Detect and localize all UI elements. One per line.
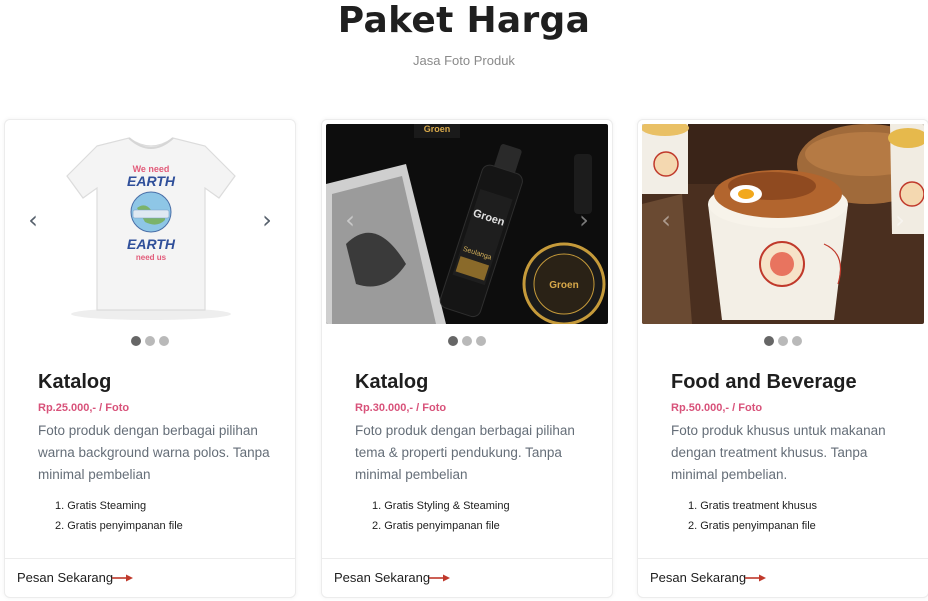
- order-now-link[interactable]: Pesan Sekarang: [17, 570, 134, 585]
- carousel-dot-2[interactable]: [778, 336, 788, 346]
- feature-list: 1. Gratis Styling & Steaming 2. Gratis p…: [372, 498, 607, 538]
- pricing-card-food-beverage: ‹ › Food and Beverage Rp.50.000,- / Foto…: [637, 119, 928, 598]
- carousel-dot-3[interactable]: [476, 336, 486, 346]
- feature-item: 1. Gratis treatment khusus: [688, 500, 817, 512]
- card-price: Rp.25.000,- / Foto: [38, 402, 130, 414]
- carousel-dot-1[interactable]: [764, 336, 774, 346]
- carousel-next-button[interactable]: ›: [888, 204, 912, 236]
- carousel-prev-button[interactable]: ‹: [21, 204, 45, 236]
- carousel-indicators: [638, 333, 928, 346]
- carousel-indicators: [5, 333, 295, 346]
- product-image-carousel: We need EARTH EARTH need us ‹ ›: [9, 124, 291, 324]
- order-now-label: Pesan Sekarang: [334, 570, 431, 585]
- arrow-right-icon: [745, 574, 767, 582]
- carousel-dot-2[interactable]: [145, 336, 155, 346]
- product-image-carousel: ‹ ›: [642, 124, 924, 324]
- top-brand-text: Groen: [424, 124, 451, 134]
- carousel-prev-button[interactable]: ‹: [338, 204, 362, 236]
- tshirt-product-image: We need EARTH EARTH need us: [9, 124, 291, 324]
- arrow-right-icon: [429, 574, 451, 582]
- card-footer: Pesan Sekarang: [322, 558, 612, 598]
- page-subtitle: Jasa Foto Produk: [413, 53, 515, 68]
- pricing-card-katalog-styling: Groen Groen Seulanga Groen ‹ › Katalog R…: [321, 119, 613, 598]
- shirt-text-4: need us: [136, 253, 167, 262]
- jar-brand-text: Groen: [549, 280, 578, 291]
- carousel-indicators: [322, 333, 612, 346]
- card-description: Foto produk dengan berbagai pilihan tema…: [355, 423, 575, 482]
- card-title: Katalog: [38, 371, 112, 393]
- shirt-text-2: EARTH: [127, 173, 176, 189]
- card-footer: Pesan Sekarang: [638, 558, 928, 598]
- food-product-image: [642, 124, 924, 324]
- card-price: Rp.30.000,- / Foto: [355, 402, 447, 414]
- order-now-link[interactable]: Pesan Sekarang: [650, 570, 767, 585]
- card-description: Foto produk dengan berbagai pilihan warn…: [38, 423, 270, 482]
- carousel-next-button[interactable]: ›: [255, 204, 279, 236]
- feature-item: 2. Gratis penyimpanan file: [372, 520, 500, 532]
- feature-item: 2. Gratis penyimpanan file: [688, 520, 816, 532]
- carousel-dot-2[interactable]: [462, 336, 472, 346]
- carousel-dot-3[interactable]: [792, 336, 802, 346]
- order-now-link[interactable]: Pesan Sekarang: [334, 570, 451, 585]
- bottle-product-image: Groen Groen Seulanga Groen: [326, 124, 608, 324]
- page-title: Paket Harga: [337, 0, 591, 41]
- feature-list: 1. Gratis treatment khusus 2. Gratis pen…: [688, 498, 923, 538]
- carousel-next-button[interactable]: ›: [572, 204, 596, 236]
- feature-item: 1. Gratis Steaming: [55, 500, 147, 512]
- carousel-prev-button[interactable]: ‹: [654, 204, 678, 236]
- carousel-dot-3[interactable]: [159, 336, 169, 346]
- order-now-label: Pesan Sekarang: [17, 570, 114, 585]
- card-description: Foto produk khusus untuk makanan dengan …: [671, 423, 886, 482]
- carousel-dot-1[interactable]: [131, 336, 141, 346]
- order-now-label: Pesan Sekarang: [650, 570, 747, 585]
- card-footer: Pesan Sekarang: [5, 558, 295, 598]
- card-title: Katalog: [355, 371, 429, 393]
- product-image-carousel: Groen Groen Seulanga Groen ‹ ›: [326, 124, 608, 324]
- shirt-text-3: EARTH: [127, 236, 176, 252]
- card-price: Rp.50.000,- / Foto: [671, 402, 763, 414]
- feature-list: 1. Gratis Steaming 2. Gratis penyimpanan…: [55, 498, 290, 538]
- card-title: Food and Beverage: [671, 371, 857, 393]
- arrow-right-icon: [112, 574, 134, 582]
- feature-item: 2. Gratis penyimpanan file: [55, 520, 183, 532]
- pricing-card-katalog-basic: We need EARTH EARTH need us ‹ › Katalog …: [4, 119, 296, 598]
- feature-item: 1. Gratis Styling & Steaming: [372, 500, 510, 512]
- carousel-dot-1[interactable]: [448, 336, 458, 346]
